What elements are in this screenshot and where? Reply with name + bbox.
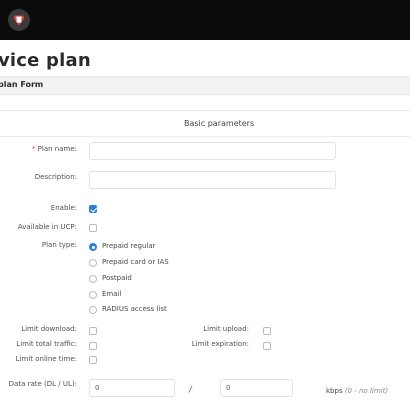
section-header: Basic parameters <box>0 110 410 137</box>
unit-text: kbps <box>326 387 343 395</box>
description-input[interactable] <box>89 171 336 189</box>
plan-type-label: Plan type: <box>41 241 77 249</box>
data-rate-ul-input[interactable] <box>220 379 293 397</box>
plan-type-radio-prepaid-regular[interactable] <box>89 243 97 251</box>
plan-type-option-label: Email <box>102 290 122 298</box>
plan-type-option-label: Prepaid regular <box>102 242 156 250</box>
limit-online-label: Limit online time: <box>15 355 77 363</box>
form-title: plan Form <box>0 80 44 89</box>
top-bar <box>0 0 410 40</box>
data-rate-dl-input[interactable] <box>89 379 175 397</box>
data-rate-label: Data rate (DL / UL): <box>8 380 77 388</box>
data-rate-separator: / <box>189 385 192 394</box>
limit-download-label: Limit download: <box>21 325 77 333</box>
plan-type-option-label: Postpaid <box>102 274 132 282</box>
limit-upload-label: Limit upload: <box>203 325 249 333</box>
plan-type-radio-email[interactable] <box>89 291 97 299</box>
plan-type-option-label: RADIUS access list <box>102 305 167 313</box>
required-mark: * <box>31 145 36 153</box>
plan-type-radio-radius[interactable] <box>89 306 97 314</box>
plan-type-radio-postpaid[interactable] <box>89 275 97 283</box>
enable-label: Enable: <box>50 204 77 212</box>
limit-expiration-label: Limit expiration: <box>191 340 249 348</box>
limit-online-checkbox[interactable] <box>89 356 97 364</box>
trash-icon <box>13 15 25 26</box>
ucp-label: Available in UCP: <box>17 223 77 231</box>
plan-type-option-label: Prepaid card or IAS <box>102 258 169 266</box>
page-title: vice plan <box>0 50 91 71</box>
description-label: Description: <box>34 173 77 181</box>
form-header: plan Form <box>0 76 410 95</box>
enable-checkbox[interactable] <box>89 205 97 213</box>
unit-hint: (0 - no limit) <box>344 387 389 395</box>
plan-name-label: * Plan name: <box>31 145 77 153</box>
data-rate-unit: kbps (0 - no limit) <box>326 387 388 395</box>
plan-type-radio-prepaid-card[interactable] <box>89 259 97 267</box>
limit-upload-checkbox[interactable] <box>263 327 271 335</box>
limit-traffic-label: Limit total traffic: <box>16 340 77 348</box>
limit-traffic-checkbox[interactable] <box>89 342 97 350</box>
limit-expiration-checkbox[interactable] <box>263 342 271 350</box>
avatar[interactable] <box>8 9 30 31</box>
plan-name-input[interactable] <box>89 142 336 160</box>
limit-download-checkbox[interactable] <box>89 327 97 335</box>
ucp-checkbox[interactable] <box>89 224 97 232</box>
section-title: Basic parameters <box>184 119 255 128</box>
